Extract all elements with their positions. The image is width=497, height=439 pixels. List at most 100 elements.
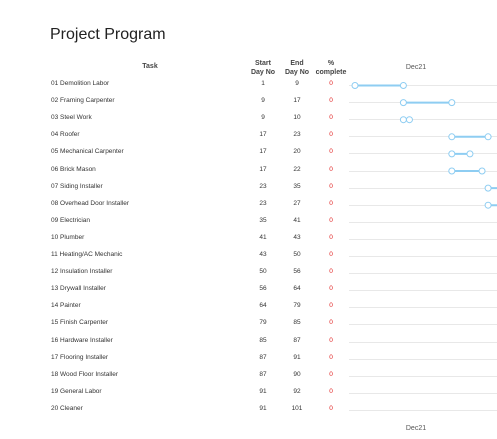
table-row: 19 General Labor 91 92 0 — [0, 385, 497, 402]
column-header-start-line2: Day No — [250, 69, 276, 76]
task-name: 05 Mechanical Carpenter — [51, 148, 124, 156]
table-row: 12 Insulation Installer 50 56 0 — [0, 265, 497, 282]
table-row: 16 Hardware Installer 85 87 0 — [0, 334, 497, 351]
task-name: 13 Drywall Installer — [51, 285, 106, 293]
row-gridline — [349, 375, 497, 377]
task-end-day: 64 — [293, 285, 301, 293]
row-gridline — [349, 170, 497, 172]
table-row: 07 Siding Installer 23 35 0 — [0, 180, 497, 197]
task-name: 17 Flooring Installer — [51, 353, 109, 361]
column-header-end: End Day No — [282, 59, 312, 77]
table-row: 15 Finish Carpenter 79 85 0 — [0, 316, 497, 333]
task-start-day: 41 — [259, 233, 267, 241]
table-row: 04 Roofer 17 23 0 — [0, 128, 497, 145]
task-end-day: 85 — [293, 319, 301, 327]
column-header-end-line1: End — [290, 60, 304, 67]
timeline-month-label-top: Dec21 — [405, 64, 427, 71]
task-start-day: 23 — [259, 199, 267, 207]
task-start-day: 79 — [259, 319, 267, 327]
task-end-day: 20 — [293, 148, 301, 156]
row-gridline — [349, 221, 497, 223]
row-gridline — [349, 85, 497, 86]
task-percent-complete: 0 — [329, 216, 333, 224]
table-row: 18 Wood Floor Installer 87 90 0 — [0, 368, 497, 385]
task-percent-complete: 0 — [329, 97, 333, 105]
task-end-day: 9 — [295, 80, 299, 87]
table-row: 11 Heating/AC Mechanic 43 50 0 — [0, 248, 497, 265]
task-name: 10 Plumber — [51, 233, 85, 241]
task-end-day: 17 — [293, 97, 301, 105]
task-percent-complete: 0 — [329, 199, 333, 207]
task-start-day: 87 — [259, 353, 267, 361]
row-gridline — [349, 273, 497, 275]
task-percent-complete: 0 — [329, 131, 333, 139]
task-percent-complete: 0 — [329, 353, 333, 361]
table-row: 20 Cleaner 91 101 0 — [0, 402, 497, 419]
row-gridline — [349, 119, 497, 121]
task-start-day: 23 — [259, 182, 267, 190]
row-gridline — [349, 324, 497, 326]
task-name: 08 Overhead Door Installer — [51, 199, 130, 207]
task-percent-complete: 0 — [329, 114, 333, 122]
task-name: 20 Cleaner — [51, 404, 83, 412]
task-name: 03 Steel Work — [51, 114, 92, 122]
table-row: 05 Mechanical Carpenter 17 20 0 — [0, 145, 497, 162]
task-name: 12 Insulation Installer — [51, 268, 113, 276]
task-start-day: 50 — [259, 268, 267, 276]
task-end-day: 91 — [293, 353, 301, 361]
task-end-day: 79 — [293, 302, 301, 310]
task-percent-complete: 0 — [329, 268, 333, 276]
task-start-day: 35 — [259, 216, 267, 224]
task-start-day: 87 — [259, 370, 267, 378]
task-end-day: 35 — [293, 182, 301, 190]
task-name: 07 Siding Installer — [51, 182, 103, 190]
row-gridline — [349, 238, 497, 240]
table-row: 13 Drywall Installer 56 64 0 — [0, 282, 497, 299]
column-header-start: Start Day No — [248, 59, 278, 77]
row-gridline — [349, 341, 497, 343]
task-end-day: 90 — [293, 370, 301, 378]
row-gridline — [349, 358, 497, 360]
column-header-start-line1: Start — [255, 60, 271, 67]
task-start-day: 85 — [259, 336, 267, 344]
task-percent-complete: 0 — [329, 302, 333, 310]
table-row: 14 Painter 64 79 0 — [0, 299, 497, 316]
task-start-day: 17 — [259, 131, 267, 139]
task-name: 11 Heating/AC Mechanic — [51, 251, 123, 258]
task-start-day: 17 — [259, 148, 267, 156]
task-start-day: 91 — [259, 404, 267, 412]
row-gridline — [349, 392, 497, 394]
task-end-day: 22 — [293, 165, 301, 173]
row-gridline — [349, 187, 497, 189]
column-header-complete: % complete — [312, 59, 350, 77]
task-end-day: 41 — [293, 216, 301, 224]
task-start-day: 1 — [261, 80, 265, 87]
task-percent-complete: 0 — [329, 182, 333, 190]
column-header-task: Task — [130, 62, 170, 71]
task-start-day: 9 — [261, 97, 265, 105]
task-percent-complete: 0 — [329, 404, 333, 412]
task-percent-complete: 0 — [329, 165, 333, 173]
column-header-complete-line1: % — [327, 60, 335, 67]
task-name: 02 Framing Carpenter — [51, 97, 115, 105]
task-end-day: 87 — [293, 336, 301, 344]
task-percent-complete: 0 — [329, 233, 333, 241]
row-gridline — [349, 102, 497, 104]
task-end-day: 56 — [293, 268, 301, 276]
task-end-day: 50 — [293, 251, 301, 258]
task-percent-complete: 0 — [329, 336, 333, 344]
task-start-day: 43 — [259, 251, 267, 258]
task-name: 16 Hardware Installer — [51, 336, 113, 344]
task-name: 15 Finish Carpenter — [51, 319, 109, 327]
task-name: 18 Wood Floor Installer — [51, 370, 119, 378]
column-header-end-line2: Day No — [284, 69, 310, 76]
column-header-complete-line2: complete — [315, 69, 347, 76]
task-start-day: 17 — [259, 165, 267, 173]
row-gridline — [349, 290, 497, 292]
row-gridline — [349, 409, 497, 411]
row-gridline — [349, 307, 497, 309]
task-name: 06 Brick Mason — [51, 165, 96, 173]
task-percent-complete: 0 — [329, 370, 333, 378]
task-percent-complete: 0 — [329, 80, 333, 87]
table-row: 02 Framing Carpenter 9 17 0 — [0, 94, 497, 111]
